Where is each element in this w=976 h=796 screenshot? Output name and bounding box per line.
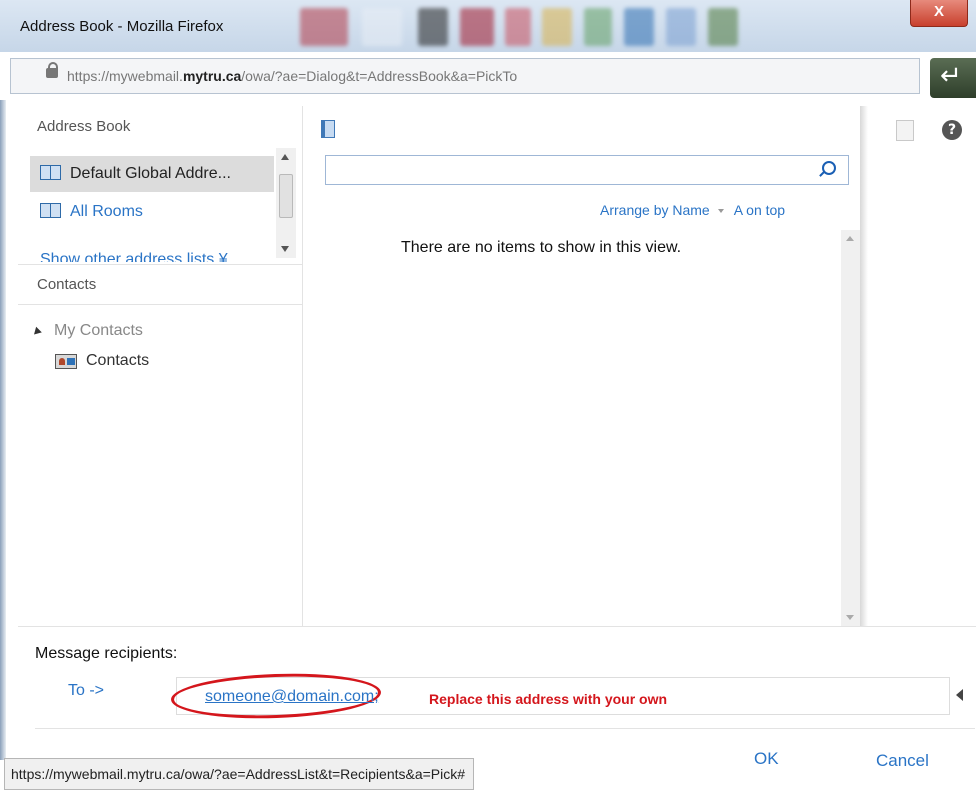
left-navigation-pane: Address Book Default Global Addre... All…	[18, 106, 303, 626]
show-other-label: Show other address lists ¥	[40, 251, 228, 262]
cancel-button[interactable]: Cancel	[876, 751, 929, 771]
address-book-header: Address Book	[37, 118, 131, 135]
ok-button[interactable]: OK	[754, 749, 779, 769]
status-bar: https://mywebmail.mytru.ca/owa/?ae=Addre…	[4, 758, 475, 790]
my-contacts-folder[interactable]: My Contacts	[54, 322, 143, 340]
pane-shadow	[860, 106, 868, 626]
url-text: https://mywebmail.mytru.ca/owa/?ae=Dialo…	[67, 68, 518, 84]
go-button[interactable]	[930, 58, 976, 98]
url-bar[interactable]: https://mywebmail.mytru.ca/owa/?ae=Dialo…	[10, 58, 920, 94]
address-list-default-global[interactable]: Default Global Addre...	[30, 156, 274, 192]
annotation-text: Replace this address with your own	[429, 691, 668, 707]
section-divider	[18, 264, 302, 265]
address-list-pane: Arrange by Name A on top There are no ite…	[303, 106, 860, 626]
address-list-label: Default Global Addre...	[70, 165, 231, 182]
sort-order-toggle[interactable]: A on top	[734, 202, 785, 218]
scroll-up-arrow-icon[interactable]	[281, 154, 289, 160]
chevron-down-icon[interactable]	[717, 209, 724, 213]
empty-list-message: There are no items to show in this view.	[401, 239, 682, 256]
window-title: Address Book - Mozilla Firefox	[20, 18, 224, 35]
footer-divider	[35, 728, 975, 729]
scroll-down-arrow-icon[interactable]	[281, 246, 289, 252]
search-input[interactable]	[332, 160, 816, 182]
recipient-address[interactable]: someone@domain.com;	[205, 688, 379, 706]
scroll-up-arrow-icon[interactable]	[846, 236, 854, 241]
show-other-address-lists-link[interactable]: Show other address lists ¥	[30, 242, 274, 262]
section-divider	[18, 304, 302, 305]
to-button[interactable]: To ->	[68, 682, 104, 700]
address-list-all-rooms[interactable]: All Rooms	[30, 194, 274, 230]
window-titlebar: Address Book - Mozilla Firefox X	[0, 0, 976, 52]
book-icon	[40, 165, 62, 180]
window-edge	[0, 100, 6, 760]
blurred-taskbar-thumbnails	[300, 0, 900, 52]
to-recipients-field[interactable]: someone@domain.com; Replace this address…	[170, 670, 950, 722]
chevron-left-icon[interactable]	[956, 689, 963, 701]
help-icon[interactable]: ?	[942, 120, 962, 140]
scroll-down-arrow-icon[interactable]	[846, 615, 854, 620]
arrange-by-control[interactable]: Arrange by Name A on top	[600, 202, 785, 218]
search-icon[interactable]	[822, 161, 836, 175]
address-list-label: All Rooms	[70, 203, 143, 220]
close-window-button[interactable]: X	[910, 0, 968, 27]
address-book-dialog: Address Book Default Global Addre... All…	[18, 106, 976, 796]
list-scrollbar[interactable]	[841, 230, 860, 626]
contact-card-icon	[55, 354, 77, 369]
contacts-header: Contacts	[37, 276, 97, 293]
contacts-folder[interactable]: Contacts	[86, 352, 149, 370]
lock-icon	[46, 62, 58, 78]
search-field[interactable]	[325, 155, 849, 185]
book-icon	[40, 203, 62, 218]
scroll-thumb[interactable]	[279, 174, 293, 218]
book-icon	[321, 120, 335, 138]
address-lists: Default Global Addre... All Rooms Show o…	[30, 154, 274, 262]
address-lists-scrollbar[interactable]	[276, 148, 296, 258]
notes-icon[interactable]	[896, 120, 914, 141]
arrange-by-label[interactable]: Arrange by Name	[600, 202, 710, 218]
expand-triangle-icon[interactable]	[31, 326, 42, 338]
message-recipients-label: Message recipients:	[35, 645, 178, 662]
